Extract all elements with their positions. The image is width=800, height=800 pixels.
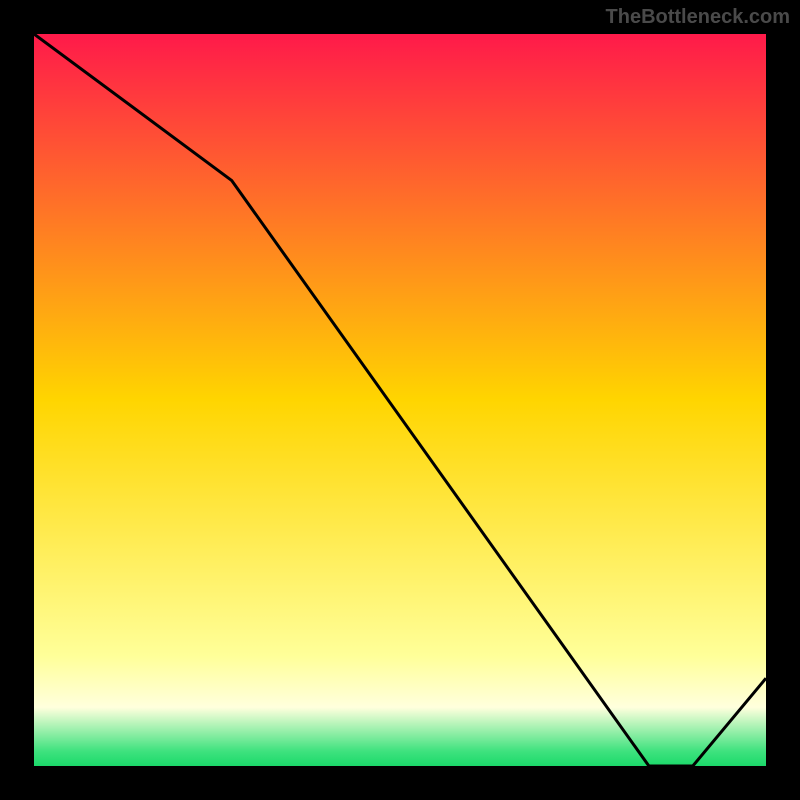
gradient-background — [34, 34, 766, 766]
watermark-text: TheBottleneck.com — [606, 6, 790, 29]
plot-area — [34, 34, 766, 766]
chart-svg — [34, 34, 766, 766]
chart-container: TheBottleneck.com — [0, 0, 800, 800]
